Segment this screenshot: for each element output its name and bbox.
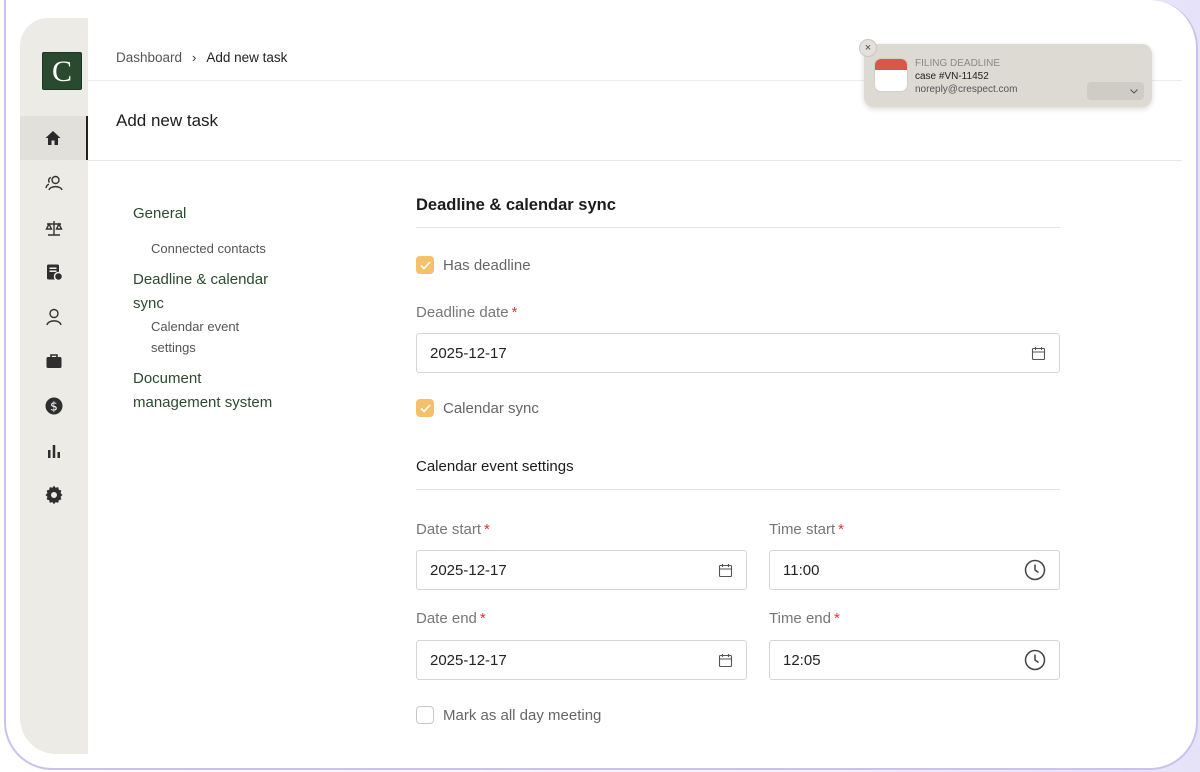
checkmark-icon xyxy=(419,403,431,413)
toc-item-document-management[interactable]: Document management system xyxy=(133,367,313,415)
notification-options-dropdown[interactable] xyxy=(1087,82,1144,100)
gear-icon xyxy=(45,485,63,505)
briefcase-icon xyxy=(46,354,62,368)
clock-icon[interactable] xyxy=(1024,649,1046,671)
toc-item-general[interactable]: General xyxy=(133,202,313,226)
all-day-checkbox[interactable] xyxy=(416,706,434,724)
deadline-date-label-text: Deadline date xyxy=(416,304,509,321)
time-start-value: 11:00 xyxy=(783,561,820,579)
app-window: C $ Dashboard › Add new task Add new tas… xyxy=(20,18,1182,754)
notification-toast[interactable]: × FILING DEADLINE case #VN-11452 noreply… xyxy=(859,39,1152,107)
time-end-label-text: Time end xyxy=(769,610,831,627)
required-marker: * xyxy=(838,521,844,538)
contacts-icon xyxy=(45,175,63,191)
clock-icon[interactable] xyxy=(1024,559,1046,581)
bar-chart-icon xyxy=(48,445,60,458)
toc-item-calendar-event-line2: settings xyxy=(151,340,196,355)
sidebar-item-users[interactable] xyxy=(20,295,88,339)
deadline-date-value: 2025-12-17 xyxy=(430,344,507,362)
breadcrumb-separator: › xyxy=(192,50,197,65)
date-end-input[interactable]: 2025-12-17 xyxy=(416,640,747,680)
sidebar-item-billing[interactable] xyxy=(20,250,88,294)
sidebar-item-settings[interactable] xyxy=(20,473,88,517)
notification-body: case #VN-11452 xyxy=(915,71,989,82)
main-content: Dashboard › Add new task Add new task Ge… xyxy=(88,18,1182,754)
calendar-sync-checkbox-row[interactable]: Calendar sync xyxy=(416,399,539,417)
sidebar: C $ xyxy=(20,18,88,754)
calendar-sync-label: Calendar sync xyxy=(443,399,539,417)
sidebar-item-reports[interactable] xyxy=(20,429,88,473)
close-icon[interactable]: × xyxy=(859,39,877,57)
date-start-value: 2025-12-17 xyxy=(430,561,507,579)
notification-title: FILING DEADLINE xyxy=(915,58,1001,69)
date-start-label: Date start * xyxy=(416,521,490,538)
sidebar-item-briefcase[interactable] xyxy=(20,339,88,383)
page-title: Add new task xyxy=(116,111,219,130)
has-deadline-checkbox-row[interactable]: Has deadline xyxy=(416,256,531,274)
toc-item-deadline-sync[interactable]: Deadline & calendar sync xyxy=(133,268,313,316)
calendar-icon[interactable] xyxy=(1031,346,1046,361)
required-marker: * xyxy=(484,521,490,538)
app-logo[interactable]: C xyxy=(42,52,82,90)
subsection-title-calendar-event: Calendar event settings xyxy=(416,458,1060,490)
checkmark-icon xyxy=(419,260,431,270)
sidebar-item-contacts[interactable] xyxy=(20,161,88,205)
notification-text: FILING DEADLINE case #VN-11452 noreply@c… xyxy=(915,57,1017,96)
chevron-down-icon xyxy=(1130,88,1138,94)
toc-item-connected-contacts[interactable]: Connected contacts xyxy=(151,238,313,259)
date-end-value: 2025-12-17 xyxy=(430,651,507,669)
required-marker: * xyxy=(479,610,486,627)
time-end-input[interactable]: 12:05 xyxy=(769,640,1060,680)
time-end-label: Time end * xyxy=(769,610,840,627)
svg-text:$: $ xyxy=(50,400,58,414)
time-end-value: 12:05 xyxy=(783,651,821,669)
all-day-checkbox-row[interactable]: Mark as all day meeting xyxy=(416,706,601,724)
notification-sender: noreply@crespect.com xyxy=(915,84,1018,95)
sidebar-item-cases[interactable] xyxy=(20,206,88,250)
date-end-label-text: Date end xyxy=(416,610,477,627)
breadcrumb-current: Add new task xyxy=(206,50,288,65)
date-start-label-text: Date start xyxy=(416,521,482,538)
toc-item-dms-line2: management system xyxy=(133,394,273,411)
calendar-sync-checkbox[interactable] xyxy=(416,399,434,417)
deadline-date-label: Deadline date * xyxy=(416,304,517,321)
date-start-input[interactable]: 2025-12-17 xyxy=(416,550,747,590)
sidebar-item-home[interactable] xyxy=(20,116,88,160)
scale-icon xyxy=(45,221,63,236)
form-section-nav: General Connected contacts Deadline & ca… xyxy=(133,202,313,415)
has-deadline-label: Has deadline xyxy=(443,256,531,274)
has-deadline-checkbox[interactable] xyxy=(416,256,434,274)
toc-item-calendar-event[interactable]: Calendar event settings xyxy=(133,316,313,358)
calendar-icon[interactable] xyxy=(718,563,733,578)
toc-item-deadline-sync-line2: sync xyxy=(133,295,164,312)
section-title-deadline-sync: Deadline & calendar sync xyxy=(416,196,1060,228)
breadcrumb: Dashboard › Add new task xyxy=(116,50,287,65)
date-end-label: Date end * xyxy=(416,610,486,627)
calendar-icon[interactable] xyxy=(718,653,733,668)
user-icon xyxy=(46,308,62,326)
sidebar-item-finance[interactable]: $ xyxy=(20,384,88,428)
billing-document-icon xyxy=(47,264,64,282)
home-icon xyxy=(45,131,61,145)
all-day-label: Mark as all day meeting xyxy=(443,706,602,724)
time-start-label-text: Time start xyxy=(769,521,836,538)
deadline-date-input[interactable]: 2025-12-17 xyxy=(416,333,1060,373)
breadcrumb-dashboard-link[interactable]: Dashboard xyxy=(116,50,182,65)
calendar-app-icon xyxy=(874,58,908,92)
toc-item-calendar-event-line1: Calendar event xyxy=(151,319,240,334)
time-start-input[interactable]: 11:00 xyxy=(769,550,1060,590)
toc-item-dms-line1: Document xyxy=(133,370,202,387)
required-marker: * xyxy=(833,610,840,627)
time-start-label: Time start * xyxy=(769,521,844,538)
toc-item-deadline-sync-line1: Deadline & calendar xyxy=(133,271,269,288)
required-marker: * xyxy=(511,304,518,321)
dollar-icon: $ xyxy=(45,397,63,415)
